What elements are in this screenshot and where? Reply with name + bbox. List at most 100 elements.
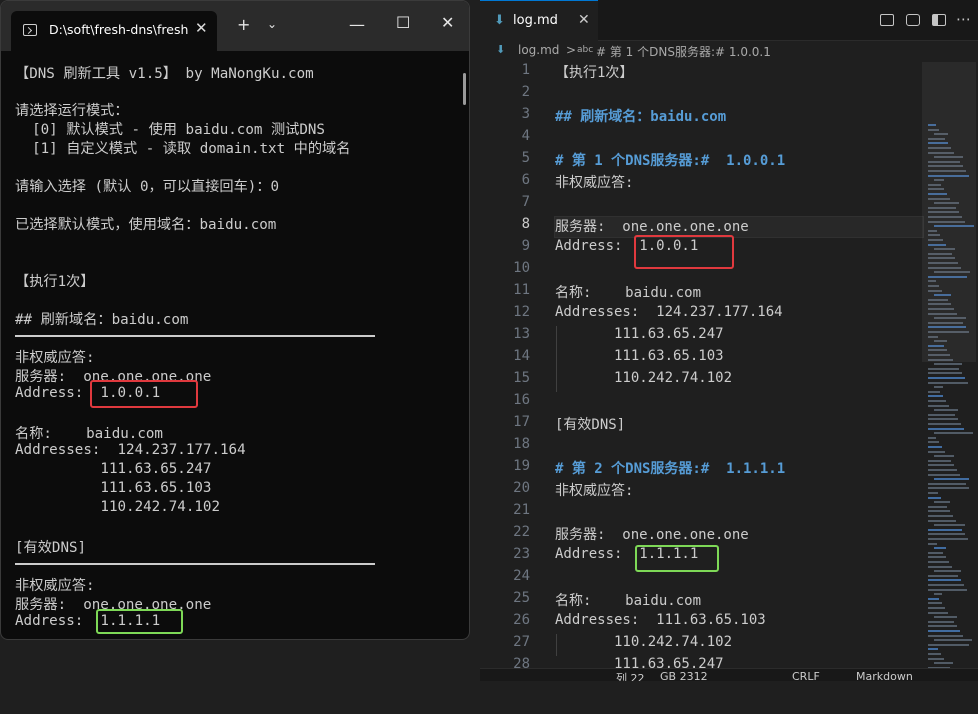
code-line[interactable]: Addresses: 124.237.177.164 [555,304,783,320]
open-preview-icon[interactable] [880,14,894,26]
minimap-line [928,400,946,402]
maximize-icon[interactable]: ☐ [396,13,410,32]
code-line[interactable]: 111.63.65.103 [555,348,724,364]
markdown-file-icon: ⬇ [494,13,505,28]
minimap-line [928,395,943,398]
terminal-scrollbar[interactable] [463,73,466,105]
terminal-line: 请输入选择 (默认 0，可以直接回车)：0 [15,179,280,195]
split-editor-icon[interactable] [932,14,946,26]
minimap-line [928,427,964,430]
minimap-line [928,620,954,623]
terminal-tab-title: D:\soft\fresh-dns\fresh-d [49,22,189,37]
minimap-line [928,446,942,448]
minimap-line [928,404,949,407]
code-line[interactable]: 服务器: one.one.one.one [555,524,749,544]
terminal-tab[interactable]: D:\soft\fresh-dns\fresh-d ✕ [11,11,217,51]
terminal-line: 非权威应答: [15,578,95,594]
code-line[interactable]: 110.242.74.102 [555,370,732,386]
minimap-line [928,597,939,600]
line-number: 10 [513,260,530,276]
status-language[interactable]: Markdown [856,670,913,681]
code-line[interactable]: 非权威应答: [555,480,633,500]
status-encoding[interactable]: GB 2312 [660,670,708,681]
close-icon[interactable]: ✕ [578,12,590,28]
minimap-line [928,551,943,554]
minimap-line [934,639,972,642]
terminal-line: [1] 自定义模式 - 读取 domain.txt 中的域名 [15,141,351,157]
minimap-line [928,469,957,471]
terminal-line: 非权威应答: [15,350,95,366]
line-number: 21 [513,502,530,518]
code-line[interactable]: 服务器: one.one.one.one [555,216,749,236]
code-line[interactable]: # 第 2 个DNS服务器:# 1.1.1.1 [555,458,785,478]
code-line[interactable]: 非权威应答: [555,172,633,192]
minimap-line [928,657,944,660]
editor-text-area[interactable]: 1 【执行1次】 2 3 ## 刷新域名：baidu.com 4 5 # 第 1 个DNS服务… [480,62,978,674]
line-number: 25 [513,590,530,606]
minimap-line [934,570,961,573]
preview-side-icon[interactable] [906,14,920,26]
minimap-line [928,611,948,614]
minimap-line [928,565,952,568]
minimap-line [934,547,946,550]
minimap-line [928,482,966,485]
status-cursor-position[interactable]: 列 22 [616,670,645,681]
line-number: 9 [521,238,530,254]
status-eol[interactable]: CRLF [792,670,820,681]
code-line[interactable]: # 第 1 个DNS服务器:# 1.0.0.1 [555,150,785,170]
code-line[interactable]: ## 刷新域名：baidu.com [555,106,726,126]
minimap-line [928,510,950,513]
minimap-line [928,436,936,439]
minimap-line [928,367,959,370]
editor-tab-label: log.md [513,13,558,28]
minimap-line [928,561,949,563]
minimap-line [928,413,955,416]
line-number: 19 [513,458,530,474]
minimap-line [928,556,946,559]
code-line[interactable]: 名称: baidu.com [555,590,701,610]
line-number: 6 [521,172,530,188]
minimap-line [934,524,965,527]
minimap-line [928,648,938,651]
minimap-line [928,496,941,499]
minimap-slider[interactable] [922,62,976,362]
editor-tab[interactable]: ⬇ log.md ✕ [480,0,598,40]
minimap-line [934,455,954,458]
line-number: 23 [513,546,530,562]
code-line[interactable]: [有效DNS] [555,414,625,434]
minimap-line [928,381,968,384]
minimap-line [928,643,969,646]
terminal-line: [有效DNS] [15,540,87,556]
window-close-icon[interactable]: ✕ [441,13,454,32]
symbol-string-icon: abc [577,45,594,55]
minimap-line [928,653,941,655]
minimap-line [928,519,956,522]
highlight-box-red [634,235,734,269]
highlight-box-red [90,380,198,408]
line-number: 16 [513,392,530,408]
code-line[interactable]: 111.63.65.247 [555,326,724,342]
terminal-line: 111.63.65.247 [15,461,212,477]
chevron-down-icon[interactable]: ⌄ [267,17,277,31]
minimap-line [928,473,960,476]
minimap-line [928,441,939,444]
minimap-line [928,538,968,540]
more-actions-icon[interactable]: ⋯ [956,10,971,28]
breadcrumb-file[interactable]: log.md [518,43,559,57]
minimap-line [928,625,957,628]
breadcrumb-symbol[interactable]: # 第 1 个DNS服务器:# 1.0.0.1 [596,43,771,60]
line-number: 12 [513,304,530,320]
minimize-icon[interactable]: — [349,15,365,34]
minimap-line [928,607,945,609]
code-line[interactable]: 【执行1次】 [555,62,633,82]
minimap-line [934,386,943,389]
plus-icon[interactable]: + [237,15,250,34]
code-line[interactable]: Addresses: 111.63.65.103 [555,612,766,628]
line-number: 4 [521,128,530,144]
close-icon[interactable]: ✕ [195,19,208,37]
minimap-line [928,528,962,531]
code-line[interactable]: 名称: baidu.com [555,282,701,302]
minimap-line [928,418,958,421]
minimap-line [928,588,967,591]
code-line[interactable]: 110.242.74.102 [555,634,732,650]
